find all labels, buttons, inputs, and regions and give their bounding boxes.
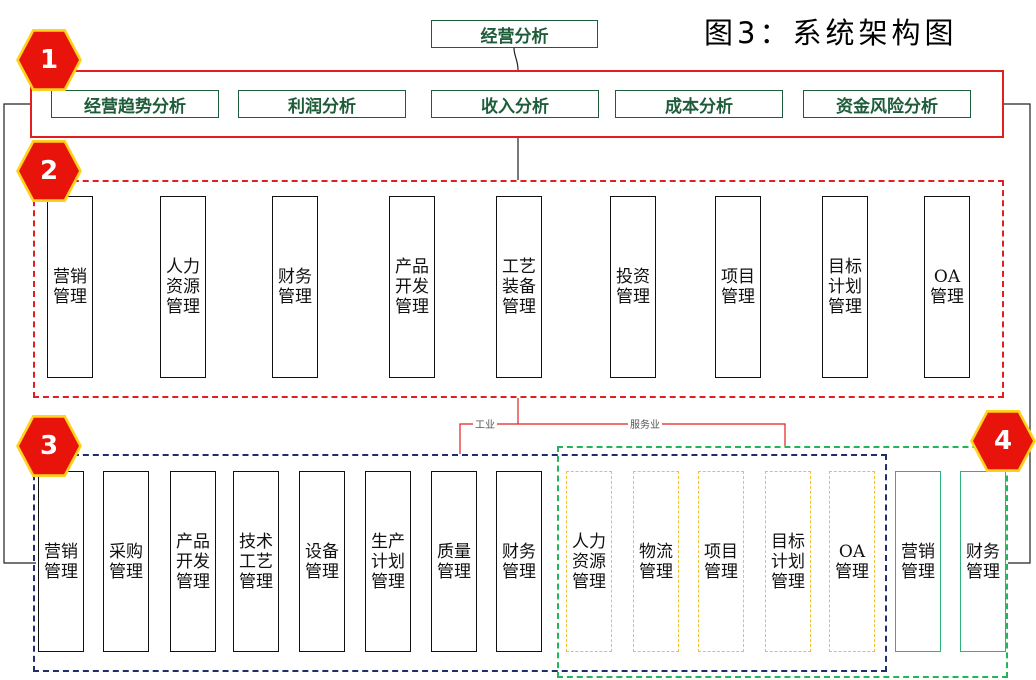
layer2-box-1: 人力资源管理 (160, 196, 206, 378)
layer3-shared-box-0: 人力资源管理 (566, 471, 612, 652)
layer1-box-2: 收入分析 (431, 90, 599, 118)
branch-label-industry: 工业 (473, 416, 497, 431)
layer3-service-box-1: 财务管理 (960, 471, 1006, 652)
layer3-industry-box-0: 营销管理 (38, 471, 84, 652)
layer3-industry-box-3: 技术工艺管理 (233, 471, 279, 652)
layer3-shared-box-2: 项目管理 (698, 471, 744, 652)
layer2-box-2: 财务管理 (272, 196, 318, 378)
layer3-shared-box-1: 物流管理 (633, 471, 679, 652)
badge-layer4-label: 4 (973, 412, 1033, 470)
layer2-box-6: 项目管理 (715, 196, 761, 378)
layer1-box-4: 资金风险分析 (803, 90, 971, 118)
layer2-box-5: 投资管理 (610, 196, 656, 378)
connector-top-layer1 (513, 47, 519, 71)
layer3-industry-box-6: 质量管理 (431, 471, 477, 652)
layer2-box-8: OA管理 (924, 196, 970, 378)
layer2-box-7: 目标计划管理 (822, 196, 868, 378)
badge-layer3-label: 3 (19, 417, 79, 475)
layer3-industry-box-1: 采购管理 (103, 471, 149, 652)
layer2-box-0: 营销管理 (47, 196, 93, 378)
layer3-service-box-0: 营销管理 (895, 471, 941, 652)
layer1-box-3: 成本分析 (615, 90, 783, 118)
layer3-industry-box-4: 设备管理 (299, 471, 345, 652)
layer3-industry-box-7: 财务管理 (496, 471, 542, 652)
branch-label-service: 服务业 (628, 416, 662, 431)
layer3-shared-box-4: OA管理 (829, 471, 875, 652)
figure-title: 图3：系统架构图 (704, 16, 958, 50)
layer3-shared-box-3: 目标计划管理 (765, 471, 811, 652)
badge-layer1-label: 1 (19, 31, 79, 89)
layer3-industry-box-5: 生产计划管理 (365, 471, 411, 652)
layer3-industry-box-2: 产品开发管理 (170, 471, 216, 652)
layer1-box-0: 经营趋势分析 (51, 90, 219, 118)
badge-layer2-label: 2 (19, 142, 79, 200)
layer2-box-4: 工艺装备管理 (496, 196, 542, 378)
layer2-box-3: 产品开发管理 (389, 196, 435, 378)
layer1-box-1: 利润分析 (238, 90, 406, 118)
top-node: 经营分析 (431, 20, 598, 48)
